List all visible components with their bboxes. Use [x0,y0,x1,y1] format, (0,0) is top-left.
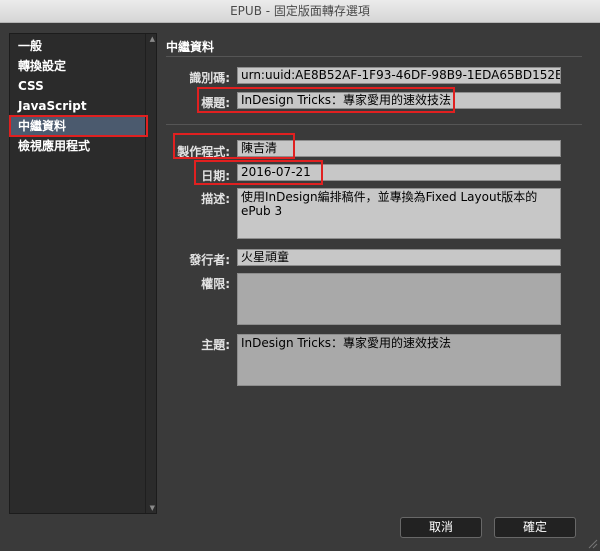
highlight-box-metadata [9,115,148,137]
description-field[interactable]: 使用InDesign編排稿件，並專換為Fixed Layout版本的ePub 3 [237,188,561,239]
resize-grip-icon[interactable] [588,539,598,549]
subject-field[interactable]: InDesign Tricks：專家愛用的速效技法 [237,334,561,386]
separator [166,124,582,125]
cancel-button[interactable]: 取消 [400,517,482,538]
sidebar-item-general[interactable]: 一般 [10,36,146,56]
subject-label: 主題: [201,338,230,352]
publisher-label: 發行者: [189,253,230,267]
scroll-down-icon[interactable]: ▼ [150,504,155,512]
section-title: 中繼資料 [166,40,215,54]
rights-field[interactable] [237,273,561,325]
identifier-field[interactable]: urn:uuid:AE8B52AF-1F93-46DF-98B9-1EDA65B… [237,67,561,84]
highlight-box-date [194,160,323,185]
identifier-label: 識別碼: [189,71,230,85]
rights-label: 權限: [201,277,230,291]
scroll-up-icon[interactable]: ▲ [150,35,155,43]
ok-button[interactable]: 確定 [494,517,576,538]
highlight-box-title [197,87,455,113]
window-title: EPUB - 固定版面轉存選項 [0,0,600,23]
description-label: 描述: [201,192,230,206]
separator [166,56,582,57]
highlight-box-creator [173,133,295,159]
publisher-field[interactable]: 火星頑童 [237,249,561,266]
title-label: 標題: [201,96,230,110]
